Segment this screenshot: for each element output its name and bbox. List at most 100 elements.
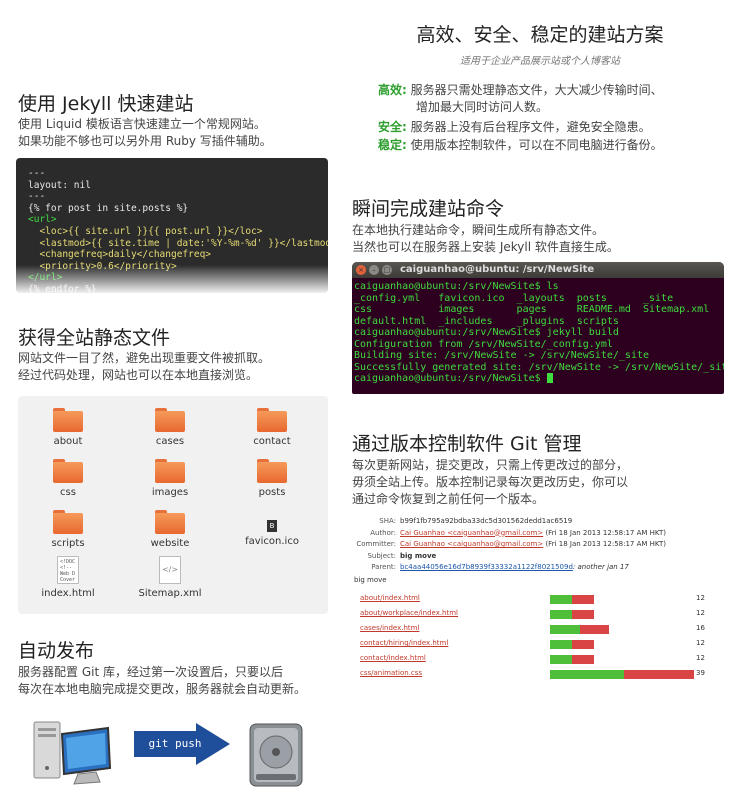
parent-note: : another jan 17 <box>572 563 629 571</box>
terminal-line: Successfully generated site: /srv/NewSit… <box>354 361 724 374</box>
change-count: 39 <box>696 669 705 677</box>
file-sitemap[interactable]: </> Sitemap.xml <box>120 556 220 599</box>
change-count: 12 <box>696 639 705 647</box>
terminal-window[interactable]: × – □ caiguanhao@ubuntu: /srv/NewSite ca… <box>352 262 724 394</box>
changed-file-link[interactable]: css/animation.css <box>360 669 422 677</box>
file-favicon[interactable]: B favicon.ico <box>222 510 322 547</box>
terminal-line-text: Successfully generated site: /srv/NewSit… <box>354 361 724 373</box>
changed-file-link[interactable]: about/workplace/index.html <box>360 609 458 617</box>
static-desc-1: 网站文件一目了然，避免出现重要文件被抓取。 <box>18 351 271 365</box>
changed-file-row[interactable]: contact/hiring/index.html 12 <box>360 637 710 652</box>
deletions-bar <box>572 640 595 649</box>
folder-icon <box>155 408 185 432</box>
static-heading: 获得全站静态文件 <box>18 327 171 349</box>
terminal-line-text: css images pages README.md Sitemap.xml <box>354 304 710 315</box>
changed-file-link[interactable]: about/index.html <box>360 594 420 602</box>
code-line: <loc>{{ site.url }}{{ post.url }}</loc> <box>28 225 263 237</box>
changed-file-link[interactable]: cases/index.html <box>360 624 419 632</box>
terminal-line-text: caiguanhao@ubuntu:/srv/NewSite$ ls <box>354 281 559 292</box>
change-count: 12 <box>696 609 705 617</box>
commit-parent-row: Parent: bc4aa44056e16d7b8939f33332a1122f8… <box>354 562 714 574</box>
close-icon[interactable]: × <box>356 265 366 275</box>
file-label: contact <box>253 436 291 447</box>
code-line: <lastmod>{{ site.time | date:'%Y-%m-%d' … <box>28 237 328 249</box>
terminal-line-text: Configuration from /srv/NewSite/_config.… <box>354 338 613 350</box>
change-count: 12 <box>696 594 705 602</box>
code-line: --- <box>28 191 46 203</box>
terminal-output[interactable]: caiguanhao@ubuntu:/srv/NewSite$ ls _confi… <box>352 278 724 388</box>
parent-label: Parent: <box>371 563 396 571</box>
commit-message: big move <box>354 575 387 584</box>
additions-bar <box>550 595 573 604</box>
commit-committer-row: Committer: Cai Guanhao <caiguanhao@gmail.… <box>354 539 714 551</box>
code-line: {% for post in site.posts %} <box>28 202 189 214</box>
deploy-heading: 自动发布 <box>18 640 95 662</box>
folder-scripts[interactable]: scripts <box>18 510 118 549</box>
changed-file-row[interactable]: css/animation.css 39 <box>360 667 710 682</box>
folder-cases[interactable]: cases <box>120 408 220 447</box>
folder-css[interactable]: css <box>18 459 118 498</box>
commit-subject: big move <box>400 551 437 560</box>
file-label: posts <box>258 487 286 498</box>
folder-posts[interactable]: posts <box>222 459 322 498</box>
changed-file-row[interactable]: cases/index.html 16 <box>360 622 710 637</box>
change-count: 16 <box>696 624 705 632</box>
change-count: 12 <box>696 654 705 662</box>
terminal-line: Configuration from /srv/NewSite/_config.… <box>354 339 722 351</box>
folder-images[interactable]: images <box>120 459 220 498</box>
git-commit-view: SHA: b99f1fb795a92bdba33dc5d301562dedd1ac… <box>354 514 714 682</box>
terminal-line-text: caiguanhao@ubuntu:/srv/NewSite$ jekyll b… <box>354 327 619 338</box>
changed-file-row[interactable]: contact/index.html 12 <box>360 652 710 667</box>
file-label: website <box>150 538 190 549</box>
file-label: Sitemap.xml <box>138 588 202 599</box>
feature-text: 服务器上没有后台程序文件，避免安全隐患。 <box>410 120 651 134</box>
build-desc-2: 当然也可以在服务器上安装 Jekyll 软件直接生成。 <box>352 240 619 254</box>
sha-label: SHA: <box>379 517 396 525</box>
subject-label: Subject: <box>367 551 396 560</box>
folder-contact[interactable]: contact <box>222 408 322 447</box>
terminal-line-text: default.html _includes _plugins scripts <box>354 315 619 327</box>
folder-about[interactable]: about <box>18 408 118 447</box>
committer-date: (Fri 18 Jan 2013 12:58:17 AM HKT) <box>545 540 666 548</box>
git-heading: 通过版本控制软件 Git 管理 <box>352 433 582 455</box>
folder-icon <box>155 510 185 534</box>
code-line: <url> <box>28 214 57 226</box>
feature-key: 稳定: <box>378 138 407 152</box>
changed-file-link[interactable]: contact/index.html <box>360 654 426 662</box>
deletions-bar <box>624 670 695 679</box>
terminal-line: caiguanhao@ubuntu:/srv/NewSite$ <box>354 373 722 385</box>
minimize-icon[interactable]: – <box>369 265 379 275</box>
changed-file-row[interactable]: about/index.html 12 <box>360 592 710 607</box>
maximize-icon[interactable]: □ <box>382 265 392 275</box>
favicon-icon: B <box>267 520 277 532</box>
file-label: favicon.ico <box>245 536 299 547</box>
html-file-icon: <!DOC <!-- Web D Cover <box>57 556 79 584</box>
file-index-html[interactable]: <!DOC <!-- Web D Cover index.html <box>18 556 118 599</box>
commit-author-row: Author: Cai Guanhao <caiguanhao@gmail.com… <box>354 528 714 540</box>
parent-link[interactable]: bc4aa44056e16d7b8939f33332a1122f8021509d <box>400 563 573 571</box>
file-label: images <box>151 487 189 498</box>
code-line: <changefreq>daily</changefreq> <box>28 249 212 261</box>
deploy-desc-2: 每次在本地电脑完成提交更改，服务器就会自动更新。 <box>18 682 307 696</box>
feature-text: 使用版本控制软件，可以在不同电脑进行备份。 <box>410 138 663 152</box>
changed-file-link[interactable]: contact/hiring/index.html <box>360 639 448 647</box>
file-label: css <box>60 487 76 498</box>
committer-link[interactable]: Cai Guanhao <caiguanhao@gmail.com> <box>400 540 543 548</box>
static-desc-2: 经过代码处理，网站也可以在本地直接浏览。 <box>18 368 259 382</box>
changed-file-row[interactable]: about/workplace/index.html 12 <box>360 607 710 622</box>
page-subtitle: 适用于企业产品展示站或个人博客站 <box>460 56 620 67</box>
build-desc-1: 在本地执行建站命令，瞬间生成所有静态文件。 <box>352 223 605 237</box>
feature-key: 安全: <box>378 120 407 134</box>
terminal-line-text: Building site: /srv/NewSite -> /srv/NewS… <box>354 350 650 361</box>
terminal-titlebar[interactable]: × – □ caiguanhao@ubuntu: /srv/NewSite <box>352 262 724 278</box>
deletions-bar <box>572 595 595 604</box>
terminal-line-text: _config.yml favicon.ico _layouts posts _… <box>354 292 674 304</box>
folder-icon <box>53 510 83 534</box>
code-line: layout: nil <box>28 179 91 191</box>
folder-website[interactable]: website <box>120 510 220 549</box>
file-browser: about cases contact css images posts scr… <box>18 396 328 614</box>
additions-bar <box>550 655 573 664</box>
author-link[interactable]: Cai Guanhao <caiguanhao@gmail.com> <box>400 529 543 537</box>
terminal-line: caiguanhao@ubuntu:/srv/NewSite$ ls <box>354 281 722 293</box>
jekyll-heading: 使用 Jekyll 快速建站 <box>18 93 194 115</box>
